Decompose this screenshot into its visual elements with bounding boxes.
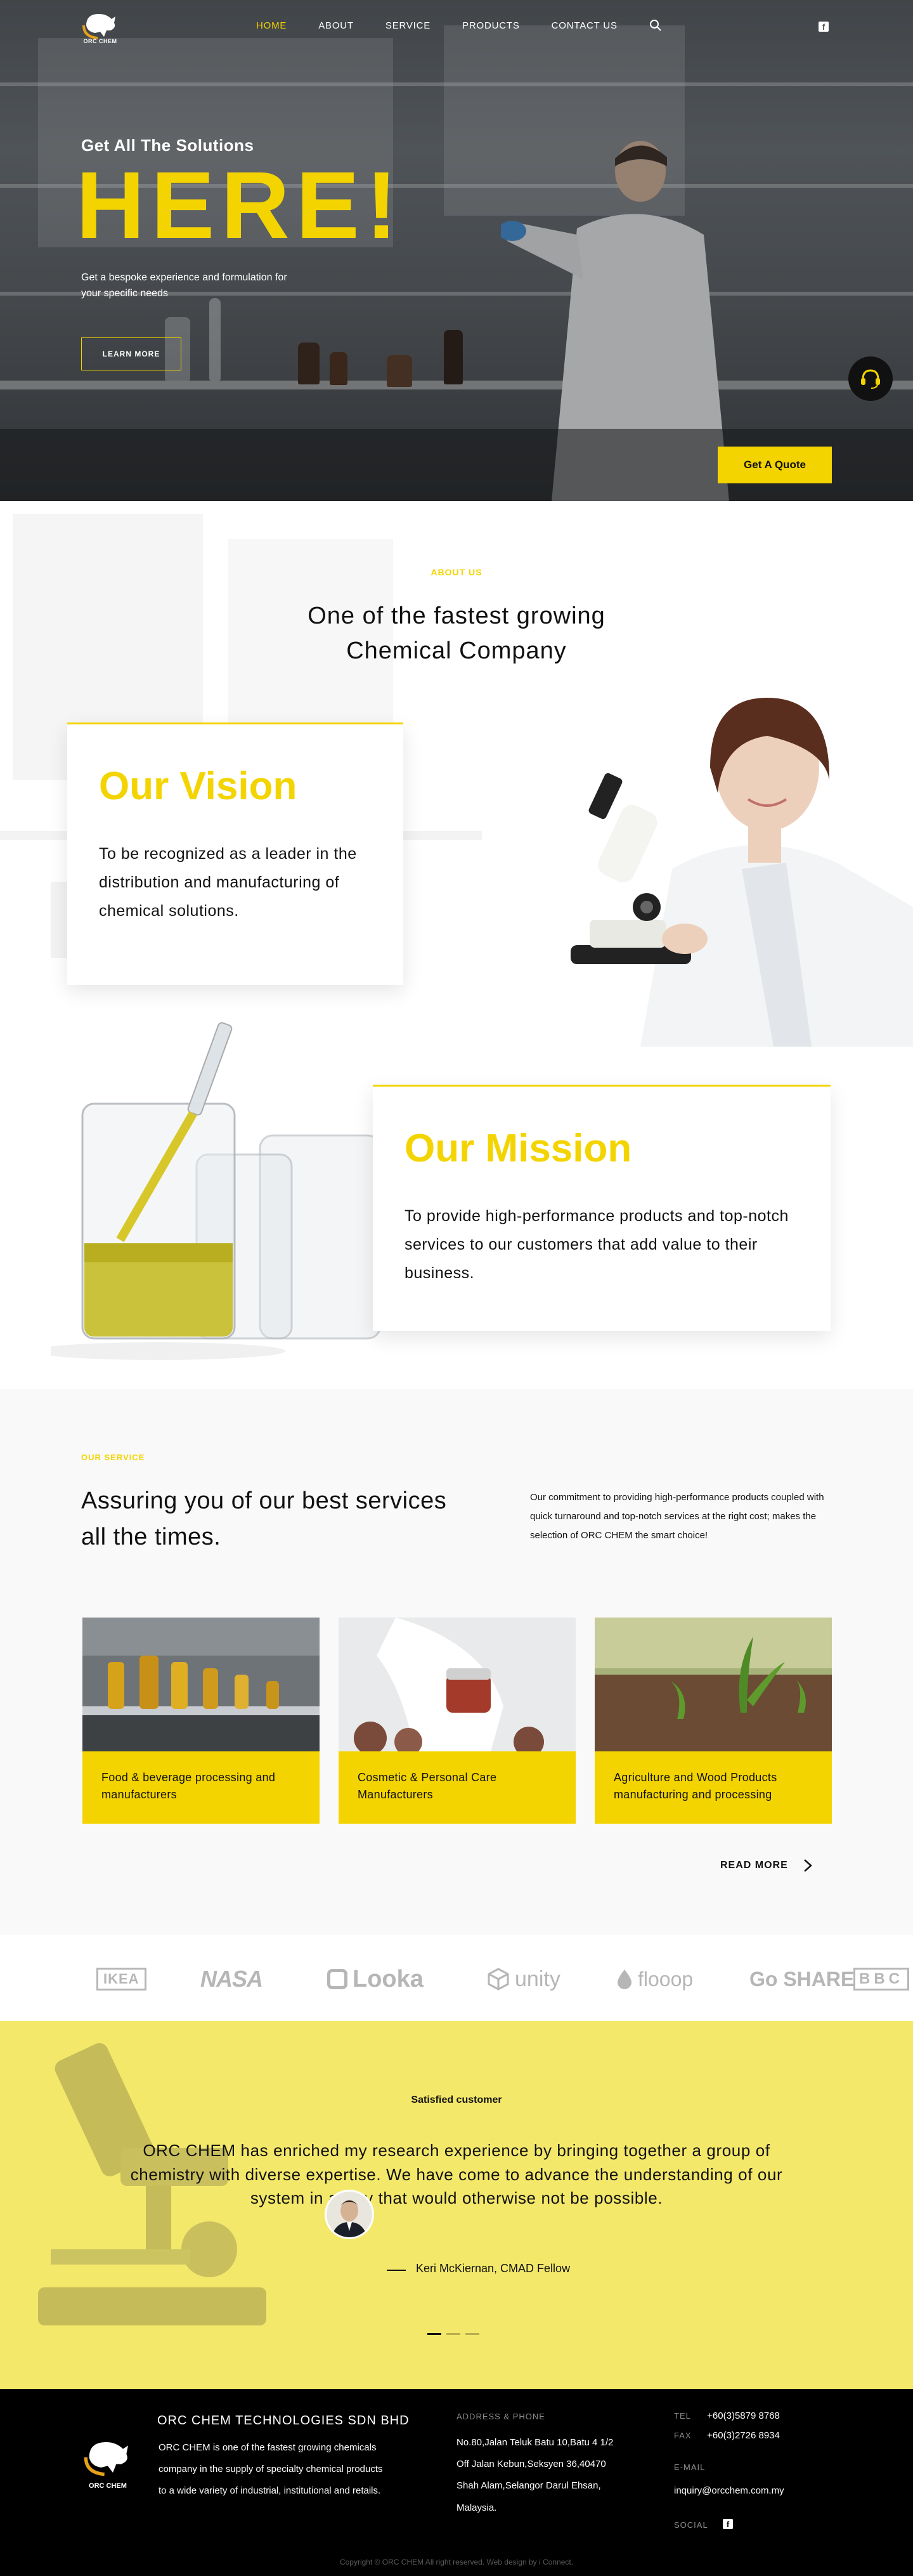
vision-card: Our Vision To be recognized as a leader … [67,722,403,985]
nav-products[interactable]: PRODUCTS [462,20,520,31]
vision-title: Our Vision [99,764,297,808]
looka-icon [327,1969,347,1989]
read-more-link[interactable]: READ MORE [720,1859,812,1873]
about-title: One of the fastest growing Chemical Comp… [0,599,913,669]
about-eyebrow: ABOUT US [431,567,482,577]
brand-unity-logo: unity [487,1966,560,1992]
about-title-line-2: Chemical Company [346,637,567,665]
scientist-with-microscope-image [482,679,913,1047]
get-a-quote-button[interactable]: Get A Quote [718,447,832,483]
support-chat-button[interactable] [848,356,893,401]
brand-looka-logo: Looka [327,1966,424,1992]
brand-flooop-text: flooop [638,1967,694,1991]
mission-card: Our Mission To provide high-performance … [373,1085,831,1331]
footer-about-text: ORC CHEM is one of the fastest growing c… [159,2442,383,2497]
headset-icon [861,369,880,389]
brand-ikea-text: IKEA [96,1968,146,1991]
slider-dot[interactable] [427,2333,441,2335]
footer-address: No.80,Jalan Teluk Batu 10,Batu 4 1/2 Off… [456,2437,614,2513]
food-processing-image [82,1618,320,1751]
brand-flooop-logo: flooop [616,1966,693,1992]
avatar [325,2190,374,2239]
nav-home[interactable]: HOME [256,20,287,31]
nav-contact-us[interactable]: CONTACT US [552,20,618,31]
slider-dots [427,2333,479,2335]
slider-dot[interactable] [446,2333,460,2335]
bull-logo-icon [82,14,115,39]
learn-more-button[interactable]: LEARN MORE [81,337,181,370]
brand-bbc-text: BBC [853,1968,909,1991]
unity-icon [488,1968,509,1991]
hero-subtitle: Get a bespoke experience and formulation… [81,272,287,299]
footer-tel: TEL +60(3)5879 8768 [674,2410,780,2421]
vision-text: To be recognized as a leader in the dist… [99,845,357,920]
footer-logo-text: ORC CHEM [89,2482,127,2490]
drop-icon [618,1970,631,1989]
brand-ikea-logo: IKEA [96,1966,146,1992]
mission-text: To provide high-performance products and… [405,1207,789,1282]
hero-title: HERE! [76,152,404,258]
footer-social-heading: SOCIAL [674,2520,708,2530]
testimonial-eyebrow: Satisfied customer [411,2095,502,2105]
service-card-label: Cosmetic & Personal Care Manufacturers [339,1751,576,1824]
chevron-right-icon [803,1859,812,1872]
footer-email-heading: E-MAIL [674,2462,706,2472]
service-card-food[interactable]: Food & beverage processing and manufactu… [82,1618,320,1824]
footer-fax-value: +60(3)2726 8934 [707,2430,780,2441]
service-eyebrow: OUR SERVICE [81,1453,145,1462]
bull-logo-icon [84,2442,128,2476]
slider-dot[interactable] [465,2333,479,2335]
brand-unity-text: unity [515,1966,560,1991]
footer-tel-label: TEL [674,2411,691,2421]
footer-company-name: ORC CHEM TECHNOLOGIES SDN BHD [157,2414,410,2428]
nav-about[interactable]: ABOUT [318,20,354,31]
facebook-icon[interactable]: f [723,2519,733,2529]
hero-section: ORC CHEM HOME ABOUT SERVICE PRODUCTS CON… [0,0,913,501]
brand-bbc-logo: BBC [853,1966,909,1992]
nav-links: HOME ABOUT SERVICE PRODUCTS CONTACT US [256,20,649,31]
testimonial-quote: ORC CHEM has enriched my research experi… [130,2141,783,2208]
top-navigation: ORC CHEM HOME ABOUT SERVICE PRODUCTS CON… [0,0,913,55]
nav-service[interactable]: SERVICE [385,20,431,31]
service-card-cosmetic[interactable]: Cosmetic & Personal Care Manufacturers [339,1618,576,1824]
service-title: Assuring you of our best services all th… [81,1487,447,1550]
testimonial-author: Keri McKiernan, CMAD Fellow [416,2262,571,2275]
footer-logo[interactable]: ORC CHEM [82,2438,133,2492]
orc-chem-logo[interactable]: ORC CHEM [81,11,119,47]
brand-goshare-text: Go SHARE [749,1967,855,1991]
cosmetic-lab-image [339,1618,576,1751]
footer-tel-value[interactable]: +60(3)5879 8768 [707,2410,780,2421]
service-card-label: Agriculture and Wood Products manufactur… [595,1751,832,1824]
footer-address-heading: ADDRESS & PHONE [456,2412,545,2421]
read-more-label: READ MORE [720,1860,788,1871]
search-icon[interactable] [649,19,662,32]
brand-nasa-logo: NASA [200,1966,263,1992]
brand-goshare-logo: Go SHARE [749,1966,854,1992]
facebook-icon[interactable]: f [819,22,829,32]
author-divider [387,2270,406,2271]
footer-fax: FAX +60(3)2726 8934 [674,2430,780,2441]
beaker-with-pipette-image [51,1022,382,1360]
about-title-line-1: One of the fastest growing [308,603,605,629]
mission-title: Our Mission [405,1127,632,1170]
footer-copyright: Copyright © ORC CHEM All right reserved.… [339,2558,574,2566]
footer-fax-label: FAX [674,2431,692,2440]
logo-text: ORC CHEM [83,38,117,44]
service-description: Our commitment to providing high-perform… [530,1492,824,1541]
service-card-agriculture[interactable]: Agriculture and Wood Products manufactur… [595,1618,832,1824]
service-card-label: Food & beverage processing and manufactu… [82,1751,320,1824]
footer-email[interactable]: inquiry@orcchem.com.my [674,2485,784,2496]
agriculture-image [595,1618,832,1751]
avatar-portrait [327,2192,372,2237]
brand-looka-text: Looka [353,1965,424,1992]
